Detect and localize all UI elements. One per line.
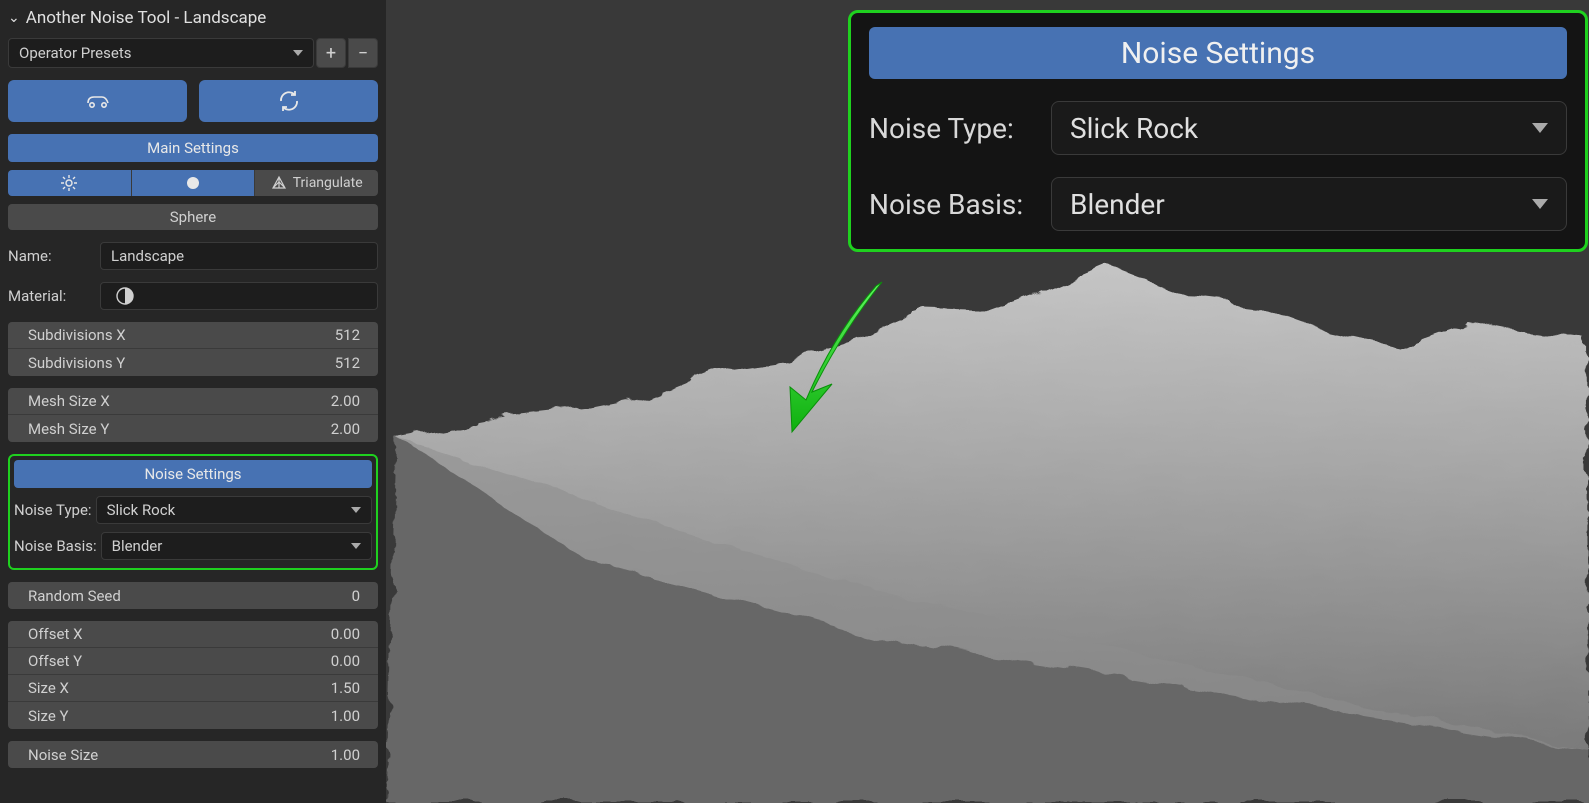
operator-presets-label: Operator Presets — [19, 44, 131, 62]
car-icon — [84, 91, 112, 111]
material-input[interactable] — [100, 282, 378, 310]
callout-basis-label: Noise Basis: — [869, 188, 1039, 221]
size-x-value: 1.50 — [331, 679, 360, 697]
mesh-size-x-field[interactable]: Mesh Size X 2.00 — [8, 388, 378, 415]
subdivisions-x-field[interactable]: Subdivisions X 512 — [8, 322, 378, 349]
size-x-field[interactable]: Size X 1.50 — [8, 675, 378, 702]
panel-title: Another Noise Tool - Landscape — [26, 8, 267, 28]
refresh-icon — [277, 89, 301, 113]
offset-x-field[interactable]: Offset X 0.00 — [8, 621, 378, 648]
preset-add-button[interactable]: + — [316, 38, 346, 68]
random-seed-field[interactable]: Random Seed 0 — [8, 582, 378, 609]
noise-type-select[interactable]: Slick Rock — [96, 496, 372, 524]
callout-basis-value: Blender — [1070, 188, 1165, 221]
noise-settings-highlight: Noise Settings Noise Type: Slick Rock No… — [8, 454, 378, 570]
mode-toggle-row: Triangulate — [8, 170, 378, 196]
sidebar-panel: ⌄ Another Noise Tool - Landscape Operato… — [0, 0, 386, 803]
noise-basis-select[interactable]: Blender — [101, 532, 372, 560]
main-settings-header: Main Settings — [8, 134, 378, 162]
mesh-x-label: Mesh Size X — [28, 392, 110, 410]
subdiv-x-value: 512 — [335, 326, 360, 344]
mode-toggle-2[interactable] — [132, 170, 256, 196]
noise-basis-label: Noise Basis: — [14, 537, 97, 555]
noise-size-field[interactable]: Noise Size 1.00 — [8, 741, 378, 768]
operator-presets-select[interactable]: Operator Presets — [8, 38, 314, 68]
seed-label: Random Seed — [28, 587, 121, 605]
mesh-size-y-field[interactable]: Mesh Size Y 2.00 — [8, 415, 378, 442]
callout-header: Noise Settings — [869, 27, 1567, 79]
callout-basis-select[interactable]: Blender — [1051, 177, 1567, 231]
chevron-down-icon — [351, 543, 361, 549]
noise-size-value: 1.00 — [331, 746, 360, 764]
offset-x-value: 0.00 — [331, 625, 360, 643]
chevron-down-icon — [351, 507, 361, 513]
size-y-value: 1.00 — [331, 707, 360, 725]
size-y-label: Size Y — [28, 707, 69, 725]
subdiv-y-value: 512 — [335, 354, 360, 372]
subdiv-y-label: Subdivisions Y — [28, 354, 125, 372]
callout-type-value: Slick Rock — [1070, 112, 1198, 145]
offset-x-label: Offset X — [28, 625, 82, 643]
refresh-button[interactable] — [199, 80, 378, 122]
material-icon — [111, 282, 139, 310]
offset-y-field[interactable]: Offset Y 0.00 — [8, 648, 378, 675]
chevron-down-icon — [1532, 123, 1548, 133]
mesh-y-value: 2.00 — [331, 420, 360, 438]
material-label: Material: — [8, 287, 90, 305]
mesh-y-label: Mesh Size Y — [28, 420, 109, 438]
vehicle-button[interactable] — [8, 80, 187, 122]
noise-settings-callout: Noise Settings Noise Type: Slick Rock No… — [848, 10, 1588, 252]
triangulate-label: Triangulate — [293, 175, 363, 191]
sphere-button[interactable]: Sphere — [8, 204, 378, 230]
noise-type-value: Slick Rock — [107, 501, 176, 519]
triangulate-toggle[interactable]: Triangulate — [255, 170, 378, 196]
mode-toggle-1[interactable] — [8, 170, 132, 196]
panel-header[interactable]: ⌄ Another Noise Tool - Landscape — [8, 8, 378, 32]
mesh-x-value: 2.00 — [331, 392, 360, 410]
annotation-arrow — [772, 272, 912, 452]
noise-basis-value: Blender — [112, 537, 163, 555]
name-input[interactable]: Landscape — [100, 242, 378, 270]
callout-type-label: Noise Type: — [869, 112, 1039, 145]
noise-size-label: Noise Size — [28, 746, 98, 764]
noise-type-label: Noise Type: — [14, 501, 92, 519]
triangulate-icon — [271, 175, 287, 191]
name-label: Name: — [8, 247, 90, 265]
offset-y-label: Offset Y — [28, 652, 82, 670]
noise-settings-header: Noise Settings — [14, 460, 372, 488]
subdiv-x-label: Subdivisions X — [28, 326, 126, 344]
light-icon — [60, 174, 78, 192]
seed-value: 0 — [352, 587, 360, 605]
size-y-field[interactable]: Size Y 1.00 — [8, 702, 378, 729]
offset-y-value: 0.00 — [331, 652, 360, 670]
chevron-down-icon — [293, 50, 303, 56]
chevron-down-icon — [1532, 199, 1548, 209]
chevron-down-icon: ⌄ — [8, 10, 20, 26]
circle-icon — [185, 175, 201, 191]
size-x-label: Size X — [28, 679, 69, 697]
subdivisions-y-field[interactable]: Subdivisions Y 512 — [8, 349, 378, 376]
viewport-3d[interactable]: Noise Settings Noise Type: Slick Rock No… — [386, 0, 1589, 803]
preset-remove-button[interactable]: − — [348, 38, 378, 68]
callout-type-select[interactable]: Slick Rock — [1051, 101, 1567, 155]
